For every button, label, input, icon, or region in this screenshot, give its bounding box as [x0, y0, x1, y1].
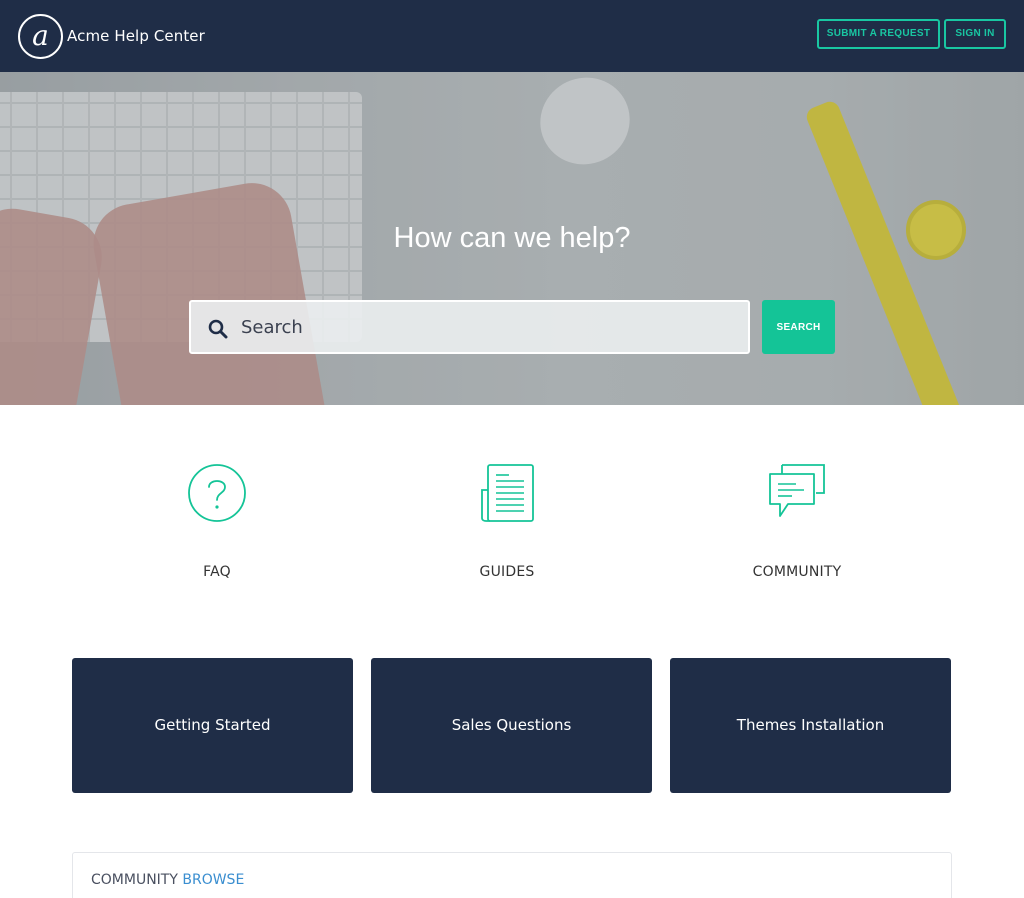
category-getting-started[interactable]: Getting Started	[72, 658, 353, 793]
community-section: COMMUNITY BROWSE	[72, 852, 952, 898]
search-icon	[208, 319, 228, 339]
community-title: COMMUNITY	[91, 872, 178, 888]
feature-guides[interactable]: GUIDES	[407, 460, 607, 590]
category-themes-installation[interactable]: Themes Installation	[670, 658, 951, 793]
feature-label: GUIDES	[479, 564, 535, 580]
document-icon	[481, 464, 534, 522]
brand-name[interactable]: Acme Help Center	[67, 27, 205, 45]
sign-in-button[interactable]: SIGN IN	[944, 19, 1006, 49]
feature-label: FAQ	[203, 564, 231, 580]
feature-faq[interactable]: FAQ	[117, 460, 317, 590]
submit-request-button[interactable]: SUBMIT A REQUEST	[817, 19, 940, 49]
top-header: a Acme Help Center SUBMIT A REQUEST SIGN…	[0, 0, 1024, 72]
logo-glyph: a	[32, 19, 49, 52]
category-sales-questions[interactable]: Sales Questions	[371, 658, 652, 793]
search-box[interactable]	[189, 300, 750, 354]
community-heading: COMMUNITY BROWSE	[91, 872, 244, 888]
at-sign-logo-icon[interactable]: a	[18, 14, 63, 59]
feature-label: COMMUNITY	[752, 564, 842, 580]
search-button[interactable]: SEARCH	[762, 300, 835, 354]
hero-title: How can we help?	[393, 222, 631, 254]
search-input[interactable]	[241, 312, 731, 342]
community-browse-link[interactable]: BROWSE	[182, 872, 244, 888]
question-circle-icon	[188, 464, 246, 522]
chat-bubbles-icon	[769, 464, 825, 517]
feature-community[interactable]: COMMUNITY	[697, 460, 897, 590]
hero-banner: How can we help? SEARCH	[0, 72, 1024, 405]
